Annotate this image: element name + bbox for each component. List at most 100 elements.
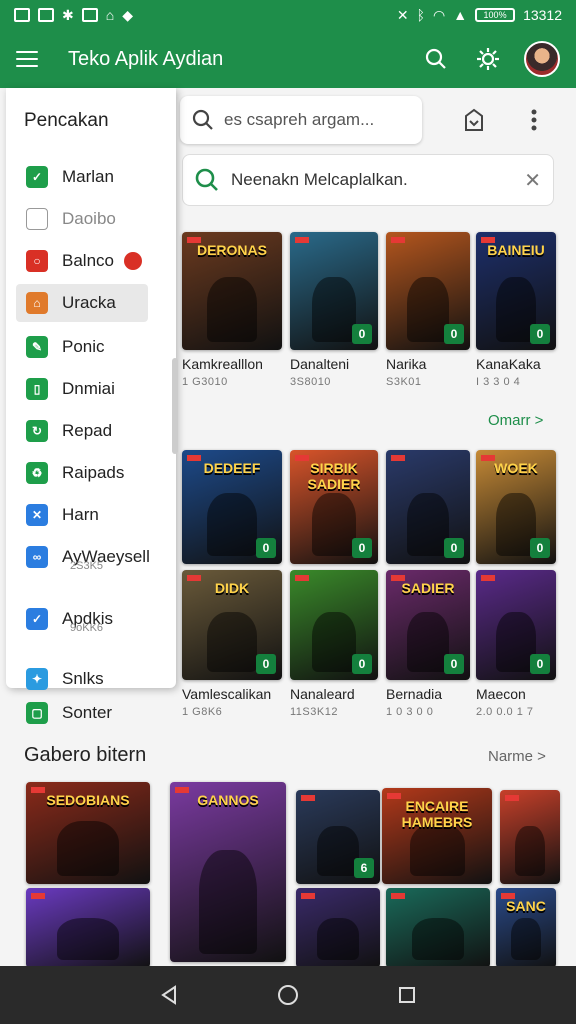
wifi-icon: ◠ [432, 6, 446, 23]
game-tile[interactable]: GANNOS [170, 782, 286, 962]
game-artwork [407, 493, 449, 556]
settings-gear-icon[interactable] [466, 37, 510, 81]
category-icon: ∞ [26, 546, 48, 568]
game-artwork [317, 825, 359, 876]
category-icon: ✓ [26, 608, 48, 630]
new-tag [391, 237, 405, 243]
sidebar-item-daoibo[interactable]: Daoibo [16, 200, 148, 238]
sidebar-item-ponic[interactable]: ✎ Ponic [16, 328, 148, 366]
game-title: Kamkrealllon [182, 356, 263, 372]
category-icon [26, 208, 48, 230]
game-tile[interactable] [500, 790, 560, 884]
game-tile[interactable]: 0 [476, 570, 556, 680]
new-tag [295, 237, 309, 243]
game-tile[interactable]: 0 [386, 450, 470, 564]
game-tile[interactable]: ENCAIRE HAMEBRS [382, 788, 492, 884]
rating-badge: 0 [352, 538, 372, 558]
avatar[interactable] [524, 41, 560, 77]
game-title: Narika [386, 356, 427, 372]
rating-badge: 0 [256, 654, 276, 674]
game-tile[interactable]: SANC [496, 888, 556, 968]
bookmark-icon[interactable] [456, 102, 492, 138]
suggestion-bar[interactable]: Neenakn Melcaplalkan. ✕ [182, 154, 554, 206]
section-more-link[interactable]: Narme > [488, 748, 546, 765]
category-icon: ♻ [26, 462, 48, 484]
game-artwork [515, 825, 545, 876]
new-tag [505, 795, 519, 801]
sidebar-item-harn[interactable]: ✕ Harn [16, 496, 148, 534]
game-title: Danalteni [290, 356, 350, 372]
battery-icon: 100% [475, 8, 516, 22]
game-meta: 3S8010 [290, 376, 331, 388]
new-tag [301, 795, 315, 801]
search-suggest-icon [195, 168, 218, 191]
game-tile[interactable]: 0 [386, 232, 470, 350]
drawer-scrollbar[interactable] [172, 358, 178, 454]
more-vert-icon[interactable] [516, 102, 552, 138]
game-tile[interactable] [26, 888, 150, 968]
sidebar-item-balnco[interactable]: ○ Balnco [16, 242, 148, 280]
game-artwork [317, 918, 359, 960]
recents-icon[interactable] [387, 975, 427, 1015]
new-tag [31, 893, 45, 899]
game-artwork [312, 611, 356, 672]
shield-icon: ◆ [122, 6, 133, 23]
game-tile[interactable]: SIRBIK SADIER 0 [290, 450, 378, 564]
sidebar-item-label: Daoibo [62, 209, 116, 228]
game-art-title: SEDOBIANS [46, 792, 130, 808]
game-tile[interactable]: WOEK 0 [476, 450, 556, 564]
game-tile[interactable]: DEDEEF 0 [182, 450, 282, 564]
game-title: Nanaleard [290, 686, 355, 702]
category-icon: ⌂ [26, 292, 48, 314]
game-title: Maecon [476, 686, 526, 702]
game-tile[interactable]: 0 [290, 570, 378, 680]
back-icon[interactable] [149, 975, 189, 1015]
close-icon[interactable]: ✕ [524, 168, 541, 193]
game-art-title: ENCAIRE HAMEBRS [401, 798, 473, 830]
game-art-title: SADIER [401, 580, 455, 596]
sidebar-item-marlan[interactable]: ✓ Marlan [16, 158, 148, 196]
alert-badge [123, 252, 142, 270]
status-time: 13312 [523, 7, 562, 23]
search-input[interactable]: es csapreh argam... [180, 96, 422, 144]
app-title: Teko Aplik Aydian [68, 47, 224, 70]
sidebar-item-dnmiai[interactable]: ▯ Dnmiai [16, 370, 148, 408]
sidebar-item-repad[interactable]: ↻ Repad [16, 412, 148, 450]
home-button-icon[interactable] [268, 975, 308, 1015]
drawer-subtext: 2S3K5 [70, 560, 104, 572]
game-tile[interactable]: DERONAS [182, 232, 282, 350]
game-tile[interactable]: 6 [296, 790, 380, 884]
game-art-title: BAINEIU [487, 242, 545, 258]
rating-badge: 0 [256, 538, 276, 558]
game-title: KanaKaka [476, 356, 541, 372]
menu-icon[interactable] [16, 51, 38, 67]
sidebar-item-label: Uracka [62, 293, 116, 312]
rating-badge: 0 [530, 538, 550, 558]
more-link[interactable]: Omarr > [488, 412, 543, 429]
game-artwork [407, 611, 449, 672]
rating-badge: 0 [444, 538, 464, 558]
search-icon[interactable] [414, 37, 458, 81]
category-icon: ✎ [26, 336, 48, 358]
game-tile[interactable]: SEDOBIANS [26, 782, 150, 884]
game-tile[interactable]: BAINEIU 0 [476, 232, 556, 350]
drawer-title: Pencakan [24, 110, 109, 131]
download-icon [81, 8, 98, 22]
sidebar-item-uracka[interactable]: ⌂ Uracka [16, 284, 148, 322]
game-artwork [412, 918, 464, 960]
new-tag [391, 455, 405, 461]
settings-icon: ✱ [62, 6, 74, 23]
game-tile[interactable] [296, 888, 380, 968]
game-tile[interactable]: 0 [290, 232, 378, 350]
sidebar-item-snlks[interactable]: ✦ Snlks [16, 660, 148, 698]
sidebar-item-raipads[interactable]: ♻ Raipads [16, 454, 148, 492]
game-tile[interactable]: SADIER 0 [386, 570, 470, 680]
game-tile[interactable]: DIDK 0 [182, 570, 282, 680]
rating-badge: 0 [530, 324, 550, 344]
sidebar-item-sonter[interactable]: ▢ Sonter [16, 694, 148, 732]
game-tile[interactable] [386, 888, 490, 968]
game-meta: 1 0 3 0 0 [386, 706, 434, 718]
app-bar: Teko Aplik Aydian [0, 30, 576, 88]
sidebar-item-label: Ponic [62, 337, 105, 356]
new-tag [301, 893, 315, 899]
